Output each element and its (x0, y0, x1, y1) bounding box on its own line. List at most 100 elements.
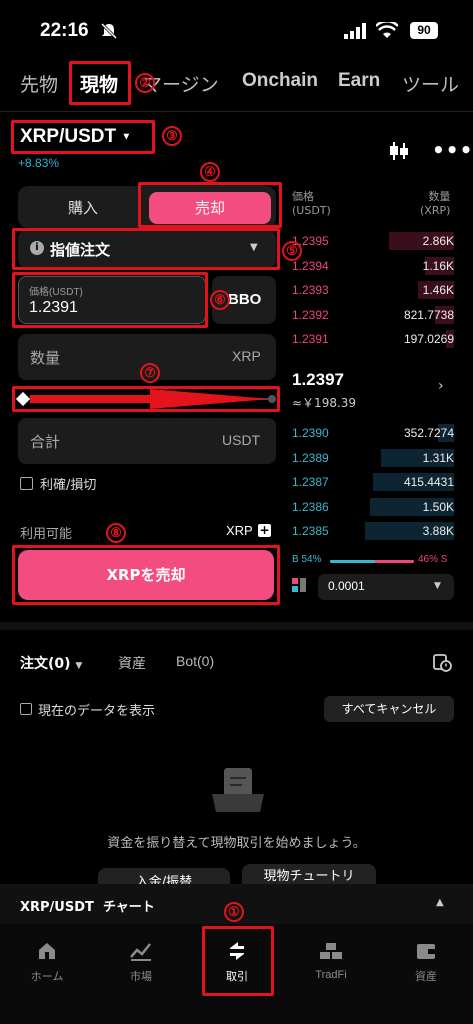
ask-price: 1.2393 (292, 283, 329, 297)
tab-bot[interactable]: Bot(0) (176, 653, 214, 669)
bid-price: 1.2386 (292, 499, 329, 514)
ask-row[interactable]: 1.2393 1.46K (292, 281, 454, 299)
quantity-unit: XRP (232, 348, 261, 364)
tabs-divider (0, 111, 473, 112)
ratio-bar-buy (330, 560, 376, 563)
available-unit: XRP (226, 523, 253, 538)
mid-price: 1.2397 (292, 370, 344, 389)
ask-row[interactable]: 1.2395 2.86K (292, 232, 454, 250)
tab-orders-label: 注文(0) (20, 656, 71, 672)
annotation-box-sell-button (12, 545, 280, 605)
annotation-box-order-type (12, 228, 280, 270)
chevron-down-icon: ▼ (75, 661, 83, 671)
annotation-4: ④ (200, 162, 220, 182)
bid-price: 1.2390 (292, 426, 329, 440)
bid-row[interactable]: 1.2386 1.50K (292, 497, 454, 516)
tab-onchain[interactable]: Onchain (242, 70, 318, 92)
nav-tradfi-label: TradFi (315, 969, 347, 981)
bid-row[interactable]: 1.2387 415.4431 (292, 473, 454, 491)
tab-earn[interactable]: Earn (338, 70, 380, 92)
ask-row[interactable]: 1.2391 197.0269 (292, 330, 454, 348)
annotation-5: ⑤ (282, 241, 302, 261)
show-current-label: 現在のデータを表示 (38, 704, 156, 719)
show-current-checkbox[interactable] (20, 703, 32, 715)
nav-market[interactable]: 市場 (101, 940, 181, 984)
home-icon (39, 943, 55, 959)
candlestick-chart-icon[interactable] (388, 140, 410, 162)
buy-ratio: B 54% (292, 554, 322, 565)
tab-futures[interactable]: 先物 (20, 70, 58, 97)
sell-ratio: 46% S (418, 554, 448, 565)
annotation-box-slider (12, 386, 280, 412)
ask-row[interactable]: 1.2392 821.7738 (292, 305, 454, 324)
orderbook-price-header: 価格 (USDT) (292, 190, 331, 217)
nav-assets[interactable]: 資産 (386, 940, 466, 984)
buy-tab[interactable]: 購入 (28, 194, 138, 222)
nav-home[interactable]: ホーム (7, 940, 87, 984)
status-time: 22:16 (40, 20, 89, 41)
precision-select[interactable]: 0.0001 ▼ (318, 574, 454, 600)
bid-qty: 1.31K (422, 450, 454, 465)
nav-assets-label: 資産 (415, 970, 437, 983)
total-unit: USDT (222, 432, 261, 448)
annotation-8: ⑧ (106, 523, 126, 543)
available-value-masked (148, 518, 228, 540)
tpsl-checkbox[interactable] (20, 477, 33, 490)
chevron-right-icon[interactable]: › (438, 378, 444, 394)
annotation-1: ① (224, 902, 244, 922)
annotation-6: ⑥ (210, 290, 230, 310)
battery-indicator: 90 (410, 22, 438, 39)
ask-qty: 1.16K (422, 258, 454, 273)
more-icon[interactable]: ••• (432, 138, 473, 162)
depth-view-icon[interactable] (292, 578, 306, 592)
bid-row[interactable]: 1.2385 3.88K (292, 522, 454, 540)
quantity-placeholder: 数量 (30, 349, 61, 367)
add-funds-icon[interactable]: + (258, 524, 271, 537)
section-divider (0, 622, 473, 630)
ask-price: 1.2394 (292, 258, 329, 273)
total-input[interactable]: 合計 USDT (18, 418, 276, 464)
bid-row[interactable]: 1.2389 1.31K (292, 448, 454, 467)
tpsl-label: 利確/損切 (40, 478, 97, 493)
pair-change: +8.83% (18, 156, 60, 170)
annotation-box-sell-tab (138, 182, 282, 228)
annotation-box-price (12, 272, 208, 328)
bid-qty: 3.88K (422, 524, 454, 538)
annotation-7: ⑦ (140, 363, 160, 383)
nav-tradfi[interactable]: TradFi (291, 940, 371, 981)
wifi-icon (376, 22, 398, 38)
ask-qty: 197.0269 (403, 332, 454, 346)
ask-price: 1.2391 (292, 332, 329, 346)
tab-tools[interactable]: ツール (402, 70, 459, 97)
ask-row[interactable]: 1.2394 1.16K (292, 256, 454, 275)
chart-bar-label: XRP/USDT チャート (20, 900, 155, 915)
bid-qty: 352.7274 (403, 426, 454, 440)
bid-row[interactable]: 1.2390 352.7274 (292, 424, 454, 442)
chevron-up-icon: ▲ (436, 897, 444, 908)
cancel-all-button[interactable]: すべてキャンセル (324, 696, 454, 722)
ask-qty: 1.46K (422, 283, 454, 297)
ask-price: 1.2392 (292, 307, 329, 322)
available-label: 利用可能 (20, 527, 73, 542)
bid-price: 1.2389 (292, 450, 329, 465)
spot-tutorial-label: 現物チュートリ (263, 869, 355, 884)
bid-qty: 415.4431 (403, 475, 454, 489)
ratio-bar (330, 560, 414, 563)
bid-qty: 1.50K (422, 499, 454, 514)
bbo-label: BBO (228, 291, 262, 308)
bell-off-icon (100, 22, 118, 40)
mid-fiat: ≈￥198.39 (292, 396, 357, 410)
nav-market-label: 市場 (130, 970, 152, 983)
gold-bars-icon (320, 943, 342, 959)
wallet-icon (417, 944, 435, 959)
annotation-box-pair (11, 120, 155, 154)
ask-qty: 2.86K (422, 234, 454, 248)
empty-document-icon (212, 768, 264, 812)
nav-home-label: ホーム (30, 970, 64, 983)
signal-icon (344, 23, 366, 39)
annotation-2: ② (135, 73, 155, 93)
tab-orders[interactable]: 注文(0) ▼ (20, 653, 82, 673)
tab-assets[interactable]: 資産 (118, 653, 146, 673)
precision-value: 0.0001 (328, 579, 365, 593)
order-history-icon[interactable] (432, 652, 452, 672)
